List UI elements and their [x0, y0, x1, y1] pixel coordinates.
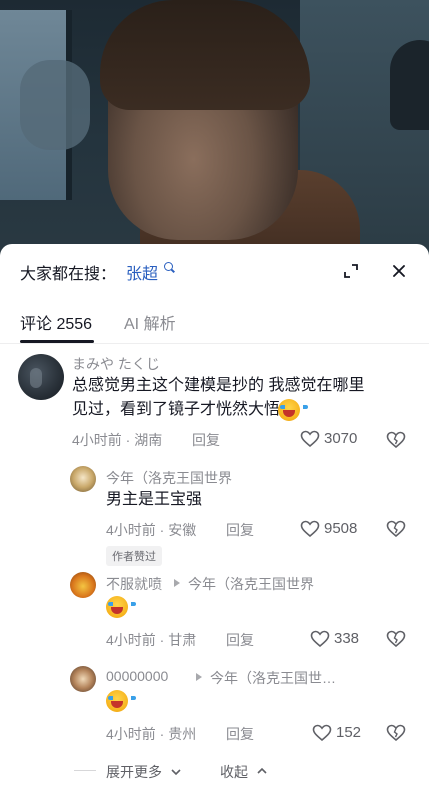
expand-more-button[interactable]: 展开更多 — [106, 762, 162, 782]
reply-target-username[interactable]: 今年（洛克王国世界 — [188, 574, 314, 594]
avatar[interactable] — [70, 466, 96, 492]
heart-icon[interactable] — [310, 630, 330, 648]
tab-ai-analysis[interactable]: AI 解析 — [124, 310, 176, 334]
like-count: 152 — [336, 724, 362, 741]
like-count: 338 — [334, 630, 360, 647]
thread-divider-line — [74, 770, 96, 771]
collapse-arrows-icon[interactable] — [342, 262, 360, 280]
search-suggestion-link[interactable]: 张超 — [126, 260, 158, 284]
comment-username[interactable]: 不服就喷 — [106, 574, 162, 594]
comment-text-line: 总感觉男主这个建模是抄的 我感觉在哪里 — [72, 377, 365, 394]
comment-username[interactable]: 今年（洛克王国世界 — [106, 468, 232, 488]
laugh-cry-emoji-icon — [106, 596, 136, 618]
video-frame[interactable] — [0, 0, 429, 260]
comment-text-line: 见过，看到了镜子才恍然大悟 — [72, 401, 281, 418]
reply-button[interactable]: 回复 — [226, 724, 254, 744]
comment-text: 男主是王宝强 — [106, 491, 203, 508]
laugh-cry-emoji-icon — [106, 690, 136, 712]
magnifier-icon[interactable] — [164, 262, 173, 271]
video-hair — [100, 0, 310, 110]
search-prefix-label: 大家都在搜： — [20, 266, 117, 283]
avatar[interactable] — [70, 572, 96, 598]
heart-icon[interactable] — [312, 724, 332, 742]
reply-thread-actions: 展开更多 收起 — [0, 758, 429, 788]
comment-meta: 4小时前 · 甘肃 — [106, 632, 197, 648]
broken-heart-icon[interactable] — [386, 430, 406, 450]
broken-heart-icon[interactable] — [386, 519, 406, 539]
close-icon[interactable] — [390, 262, 408, 280]
reply-arrow-icon — [174, 579, 180, 587]
reply-item: 不服就喷 今年（洛克王国世界 4小时前 · 甘肃 回复 338 — [0, 572, 429, 652]
chevron-down-icon[interactable] — [170, 766, 182, 778]
comment-username[interactable]: まみや たくじ — [72, 354, 160, 374]
heart-icon[interactable] — [300, 520, 320, 538]
tabs-divider — [0, 343, 429, 344]
reply-button[interactable]: 回复 — [226, 630, 254, 650]
comment-meta: 4小时前 · 安徽 — [106, 522, 197, 538]
comment-sheet: 大家都在搜： 张超 评论 2556 AI 解析 まみや たくじ 总感觉男主这个建… — [0, 244, 429, 800]
laugh-cry-emoji-icon — [278, 399, 308, 421]
video-background-figure — [390, 40, 429, 130]
avatar[interactable] — [18, 354, 64, 400]
comment-meta: 4小时前 · 贵州 — [106, 726, 197, 742]
comment-tabs: 评论 2556 AI 解析 — [0, 304, 429, 344]
avatar[interactable] — [70, 666, 96, 692]
comment-meta: 4小时前 · 湖南 — [72, 432, 163, 448]
reply-button[interactable]: 回复 — [192, 430, 220, 450]
like-count: 3070 — [324, 430, 358, 447]
reply-target-username[interactable]: 今年（洛克王国世… — [210, 668, 336, 688]
like-count: 9508 — [324, 520, 358, 537]
author-liked-badge: 作者赞过 — [106, 546, 162, 566]
heart-icon[interactable] — [300, 430, 320, 448]
reply-item: 00000000 今年（洛克王国世… 4小时前 · 贵州 回复 152 — [0, 666, 429, 746]
video-hand — [20, 60, 90, 150]
broken-heart-icon[interactable] — [386, 723, 406, 743]
reply-arrow-icon — [196, 673, 202, 681]
comment-username[interactable]: 00000000 — [106, 668, 168, 684]
tab-comments[interactable]: 评论 2556 — [20, 310, 92, 334]
search-suggestion-bar: 大家都在搜： 张超 — [0, 244, 429, 300]
reply-item: 今年（洛克王国世界 男主是王宝强 4小时前 · 安徽 回复 9508 作者赞过 — [0, 466, 429, 570]
comment-item: まみや たくじ 总感觉男主这个建模是抄的 我感觉在哪里 见过，看到了镜子才恍然大… — [0, 354, 429, 454]
reply-button[interactable]: 回复 — [226, 520, 254, 540]
collapse-button[interactable]: 收起 — [220, 762, 248, 782]
broken-heart-icon[interactable] — [386, 629, 406, 649]
chevron-up-icon[interactable] — [256, 765, 268, 777]
